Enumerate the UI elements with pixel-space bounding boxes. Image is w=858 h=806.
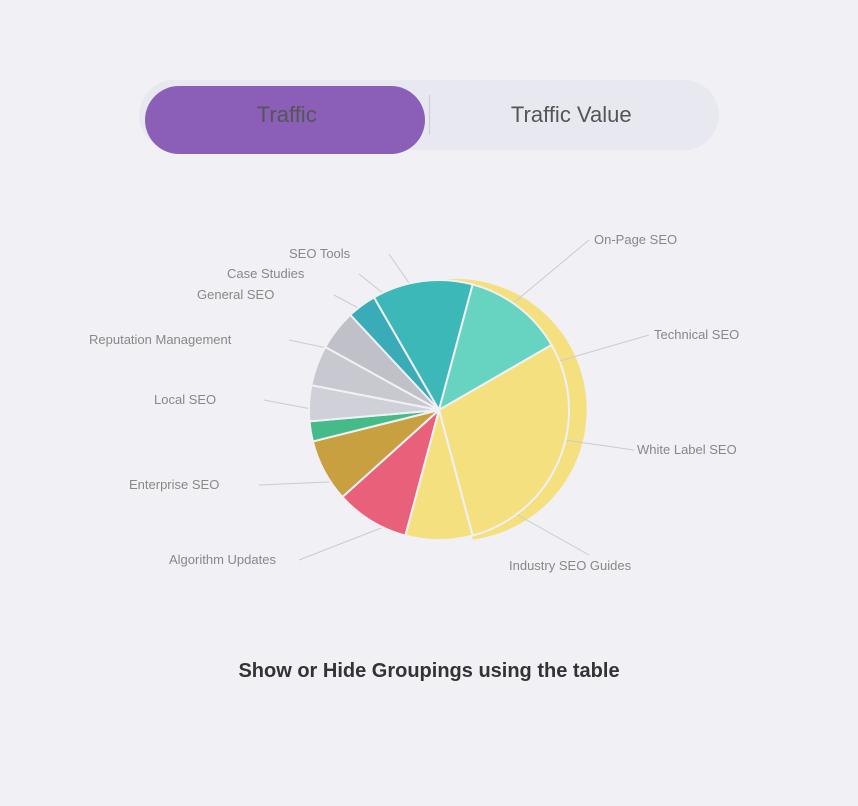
label-general-seo: General SEO	[197, 287, 274, 302]
label-line-industry-guides	[509, 510, 589, 555]
label-industry-guides: Industry SEO Guides	[509, 558, 632, 573]
label-local-seo: Local SEO	[154, 392, 216, 407]
label-line-algorithm	[299, 525, 389, 560]
pie-segments-group	[309, 280, 569, 540]
traffic-value-tab[interactable]: Traffic Value	[430, 86, 714, 144]
toggle-bar: Traffic Traffic Value	[139, 80, 719, 150]
label-enterprise: Enterprise SEO	[129, 477, 219, 492]
label-technical-seo: Technical SEO	[654, 327, 739, 342]
pie-chart-svg: On-Page SEO Technical SEO White Label SE…	[79, 170, 779, 650]
label-reputation: Reputation Management	[89, 332, 232, 347]
label-case-studies: Case Studies	[227, 266, 305, 281]
label-white-label-seo: White Label SEO	[637, 442, 737, 457]
traffic-tab[interactable]: Traffic	[145, 86, 429, 144]
footer-text: Show or Hide Groupings using the table	[238, 660, 619, 683]
chart-area: On-Page SEO Technical SEO White Label SE…	[79, 170, 779, 650]
label-on-page-seo: On-Page SEO	[594, 232, 677, 247]
label-seo-tools: SEO Tools	[289, 246, 351, 261]
label-algorithm: Algorithm Updates	[169, 552, 276, 567]
